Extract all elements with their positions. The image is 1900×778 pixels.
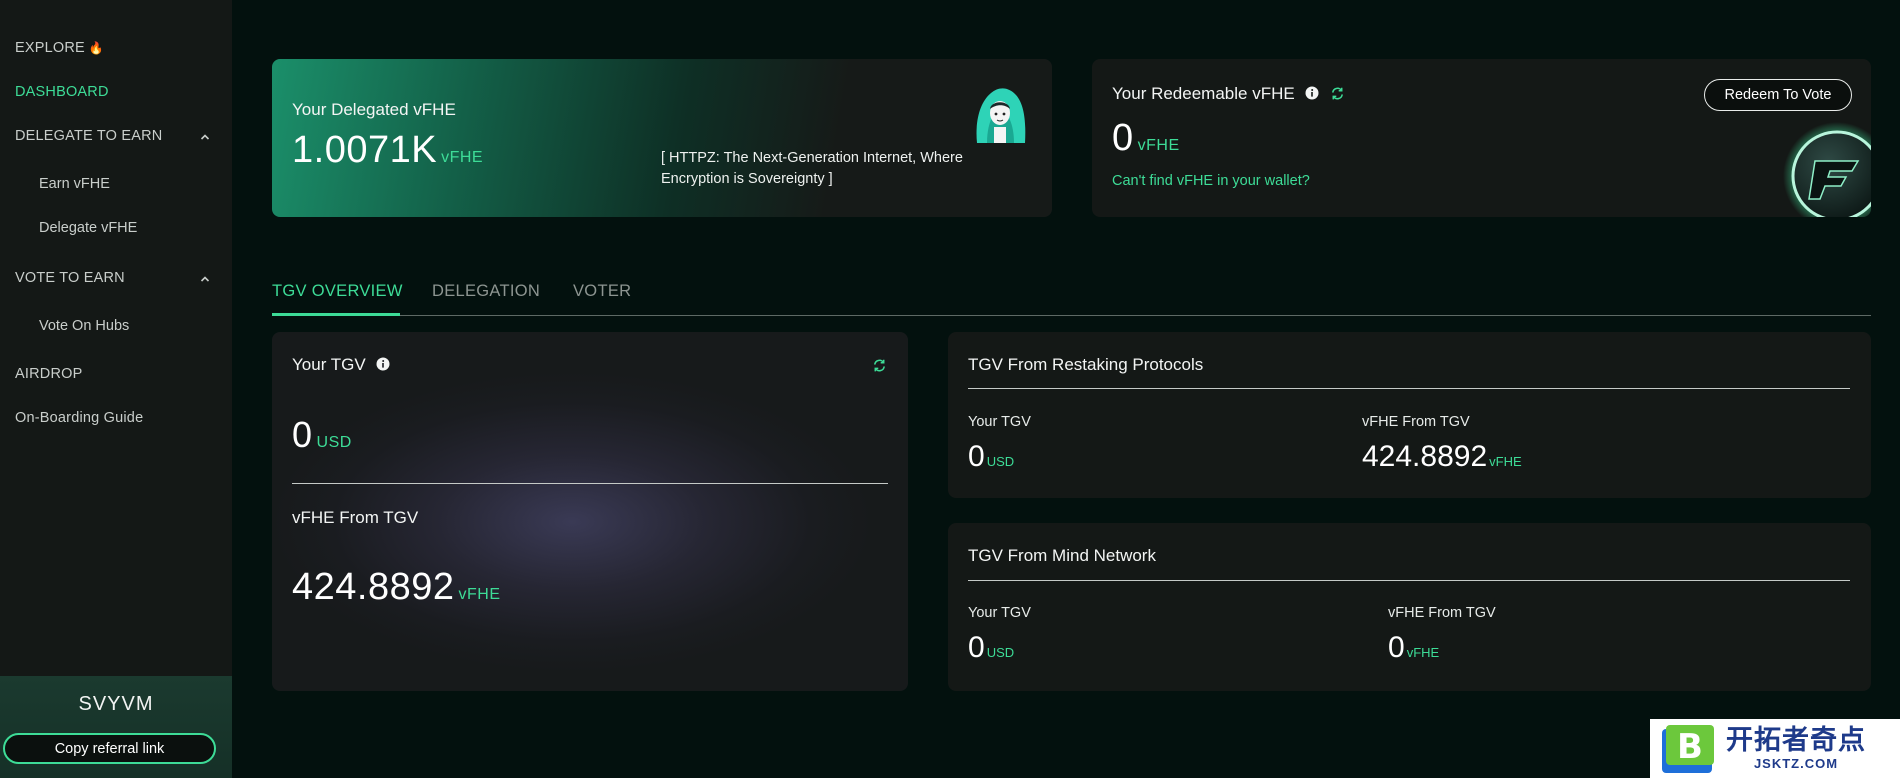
restaking-protocols-card: TGV From Restaking Protocols Your TGV 0U… — [948, 332, 1871, 498]
info-icon[interactable] — [376, 357, 390, 371]
tgv-vfhe-amount: 424.8892 — [292, 566, 455, 608]
redeem-to-vote-button[interactable]: Redeem To Vote — [1704, 79, 1852, 111]
mind-tgv-unit: USD — [986, 645, 1015, 660]
restaking-vfhe-label: vFHE From TGV — [1362, 414, 1470, 430]
redeemable-amount: 0 — [1112, 117, 1134, 159]
redeemable-vfhe-card: Your Redeemable vFHE 0 vFHE Can't find vF… — [1092, 59, 1871, 217]
restaking-tgv-amount: 0 — [968, 440, 985, 473]
tab-bar: TGV OVERVIEW DELEGATION VOTER — [272, 270, 1871, 316]
restaking-vfhe-value: 424.8892 vFHE — [1362, 440, 1522, 474]
tab-delegation[interactable]: DELEGATION — [432, 282, 540, 301]
nav-vote-on-hubs[interactable]: Vote On Hubs — [39, 318, 129, 334]
restaking-tgv-unit: USD — [986, 454, 1015, 469]
active-tab-indicator — [272, 313, 400, 316]
vfhe-coin-icon — [1783, 122, 1871, 217]
watermark-logo: B 开拓者奇点 JSKTZ.COM — [1650, 719, 1900, 778]
delegated-vfhe-card: Your Delegated vFHE 1.0071K vFHE [ HTTPZ:… — [272, 59, 1052, 217]
delegated-amount: 1.0071K — [292, 129, 438, 171]
tgv-unit: USD — [316, 434, 352, 451]
redeemable-title-row: Your Redeemable vFHE — [1112, 84, 1345, 104]
nav-explore[interactable]: EXPLORE 🔥 — [15, 40, 104, 56]
mind-title: TGV From Mind Network — [968, 546, 1156, 565]
tgv-vfhe-unit: vFHE — [458, 586, 501, 603]
tgv-value: 0 USD — [292, 414, 352, 456]
tab-voter[interactable]: VOTER — [573, 282, 631, 301]
restaking-tgv-label: Your TGV — [968, 414, 1031, 430]
redeemable-title: Your Redeemable vFHE — [1112, 84, 1295, 103]
nav-explore-label: EXPLORE — [15, 40, 85, 56]
restaking-vfhe-unit: vFHE — [1489, 454, 1522, 469]
mind-vfhe-value: 0 vFHE — [1388, 631, 1439, 665]
chevron-up-icon[interactable] — [199, 273, 211, 285]
nav-earn-vfhe[interactable]: Earn vFHE — [39, 176, 110, 192]
redeemable-unit: vFHE — [1137, 137, 1180, 154]
tagline-quote: [ HTTPZ: The Next-Generation Internet, W… — [661, 150, 963, 187]
find-vfhe-link[interactable]: Can't find vFHE in your wallet? — [1112, 173, 1310, 189]
nav-dashboard[interactable]: DASHBOARD — [15, 84, 109, 100]
your-tgv-card: Your TGV 0 USD vFHE From TGV 424.8892 vFHE — [272, 332, 908, 691]
badge-letter: B — [1677, 727, 1703, 767]
mind-vfhe-amount: 0 — [1388, 631, 1405, 664]
tgv-vfhe-value: 424.8892 vFHE — [292, 566, 501, 609]
restaking-vfhe-amount: 424.8892 — [1362, 440, 1488, 473]
nav-delegate-vfhe[interactable]: Delegate vFHE — [39, 220, 137, 236]
tgv-title-row: Your TGV — [292, 355, 390, 375]
nav-delegate-to-earn[interactable]: DELEGATE TO EARN — [15, 128, 162, 144]
delegated-title: Your Delegated vFHE — [292, 100, 456, 119]
copy-referral-button[interactable]: Copy referral link — [3, 733, 216, 764]
b-badge-icon: B — [1662, 724, 1714, 773]
restaking-tgv-value: 0 USD — [968, 440, 1014, 474]
tab-tgv-overview[interactable]: TGV OVERVIEW — [272, 282, 403, 301]
tgv-amount: 0 — [292, 414, 313, 455]
chevron-up-icon[interactable] — [199, 131, 211, 143]
divider — [292, 483, 888, 484]
watermark-en: JSKTZ.COM — [1753, 756, 1839, 771]
restaking-title: TGV From Restaking Protocols — [968, 355, 1204, 374]
mind-tgv-label: Your TGV — [968, 605, 1031, 621]
mind-network-card: TGV From Mind Network Your TGV 0 USD vFHE… — [948, 523, 1871, 691]
tgv-vfhe-label: vFHE From TGV — [292, 508, 419, 527]
nav-airdrop[interactable]: AIRDROP — [15, 366, 82, 382]
refresh-icon[interactable] — [872, 358, 887, 373]
hooded-avatar-icon — [976, 88, 1026, 143]
watermark-text: 开拓者奇点 JSKTZ.COM — [1726, 725, 1866, 772]
tgv-title: Your TGV — [292, 355, 366, 374]
flame-icon: 🔥 — [88, 41, 105, 55]
mind-vfhe-label: vFHE From TGV — [1388, 605, 1496, 621]
divider — [968, 580, 1850, 581]
redeemable-value: 0 vFHE — [1112, 117, 1180, 160]
nav-vote-to-earn[interactable]: VOTE TO EARN — [15, 270, 125, 286]
mind-tgv-amount: 0 — [968, 631, 985, 664]
mind-tgv-value: 0 USD — [968, 631, 1014, 665]
sidebar: EXPLORE 🔥 DASHBOARD DELEGATE TO EARN Earn… — [0, 0, 232, 778]
divider — [968, 388, 1850, 389]
mind-vfhe-unit: vFHE — [1406, 645, 1440, 660]
refresh-icon[interactable] — [1330, 86, 1345, 101]
username: SVYVM — [78, 693, 154, 715]
delegated-unit: vFHE — [441, 149, 484, 166]
info-icon[interactable] — [1305, 86, 1319, 100]
nav-onboarding-guide[interactable]: On-Boarding Guide — [15, 410, 143, 426]
watermark-cn: 开拓者奇点 — [1726, 725, 1866, 756]
referral-panel: SVYVM Copy referral link — [0, 676, 232, 778]
delegated-value: 1.0071K vFHE — [292, 129, 483, 172]
